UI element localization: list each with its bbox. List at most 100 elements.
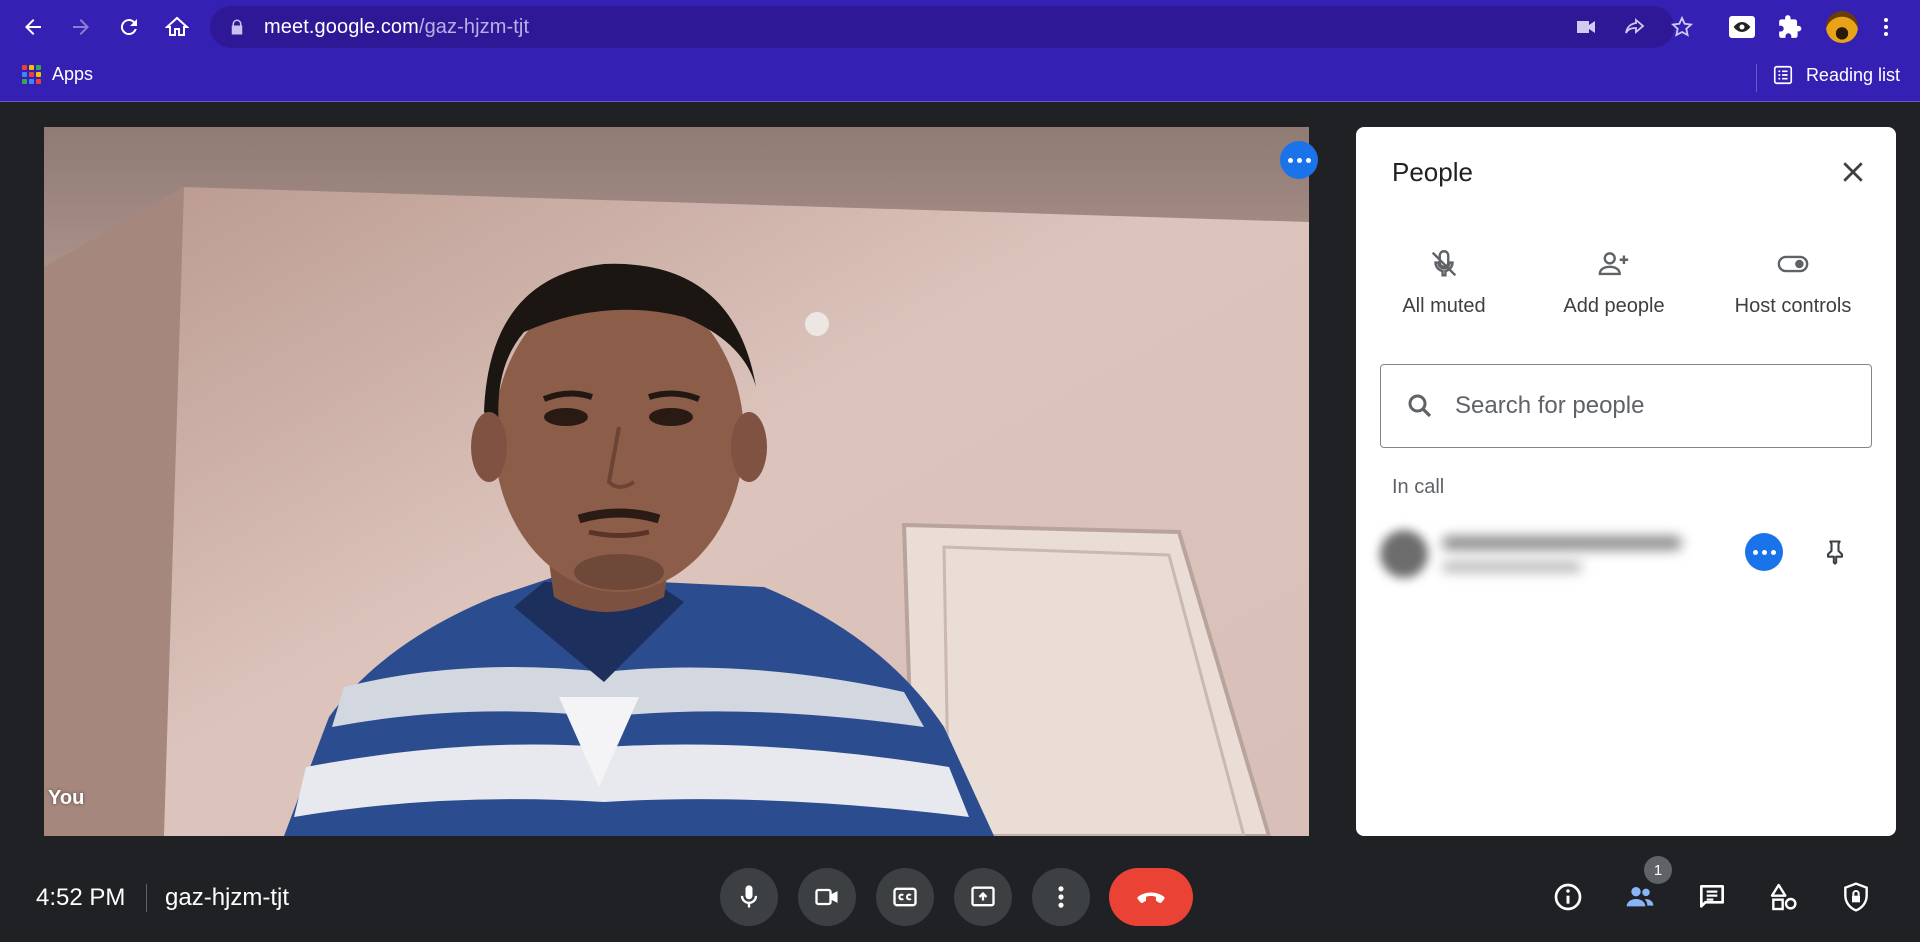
close-icon[interactable] (1838, 157, 1868, 187)
info-icon (1554, 883, 1582, 911)
participant-options-button[interactable] (1745, 533, 1783, 571)
people-panel: People All muted Add people Host control… (1356, 127, 1896, 836)
camera-button[interactable] (798, 868, 856, 926)
host-controls-button[interactable]: Host controls (1725, 247, 1861, 318)
dot (1296, 157, 1302, 163)
self-name-label: You (48, 787, 85, 809)
more-options-button[interactable] (1032, 868, 1090, 926)
participant-subtitle-redacted (1442, 562, 1582, 572)
dot (1287, 157, 1293, 163)
in-call-heading: In call (1392, 476, 1445, 498)
host-controls-shield-button[interactable] (1834, 875, 1878, 919)
panel-title: People (1392, 157, 1473, 187)
participant-avatar (1380, 530, 1428, 578)
self-video-tile (44, 127, 1309, 836)
puzzle-icon (1779, 15, 1802, 38)
dot (1305, 157, 1311, 163)
pin-participant-button[interactable] (1816, 533, 1854, 571)
participant-name-redacted (1442, 536, 1682, 550)
vertical-dots-icon (1884, 18, 1888, 36)
arrow-left-icon (25, 19, 41, 35)
arrow-right-icon (73, 19, 89, 35)
back-button[interactable] (16, 10, 50, 44)
reading-list-icon (1773, 65, 1793, 85)
host-controls-label: Host controls (1734, 295, 1852, 317)
people-search-input[interactable] (1455, 392, 1835, 420)
shield-lock-icon (1844, 882, 1868, 912)
people-search-box[interactable] (1380, 364, 1872, 448)
reading-list-label: Reading list (1805, 64, 1900, 85)
reload-icon (120, 19, 137, 36)
person-add-icon (1598, 252, 1629, 276)
share-icon[interactable] (1622, 15, 1646, 39)
eye-icon (1733, 22, 1751, 32)
all-muted-button[interactable]: All muted (1392, 247, 1496, 318)
leave-call-button[interactable] (1109, 868, 1193, 926)
vertical-dots-icon (1058, 886, 1064, 908)
apps-grid-dot (36, 71, 41, 77)
apps-grid-icon (22, 64, 42, 85)
camera-icon[interactable] (1574, 15, 1598, 39)
mic-icon (740, 885, 758, 908)
apps-grid-dot (22, 79, 27, 85)
apps-grid-dot (22, 64, 27, 70)
browser-menu-button[interactable] (1872, 13, 1900, 41)
people-count-badge: 1 (1644, 856, 1672, 884)
browser-toolbar: meet.google.com/gaz-hjzm-tjt (0, 0, 1920, 54)
hang-up-icon (1137, 892, 1165, 903)
pin-icon (1826, 540, 1844, 565)
apps-grid-dot (36, 64, 41, 70)
people-actions: All muted Add people Host controls (1356, 247, 1896, 347)
apps-grid-dot (29, 71, 34, 77)
activities-button[interactable] (1762, 875, 1806, 919)
apps-grid-dot (22, 71, 27, 77)
home-icon (165, 16, 189, 36)
present-icon (971, 886, 995, 907)
apps-grid-dot (36, 79, 41, 85)
url-path: /gaz-hjzm-tjt (418, 15, 530, 38)
meeting-details-button[interactable] (1546, 875, 1590, 919)
forward-button[interactable] (64, 10, 98, 44)
video-options-button[interactable] (1280, 141, 1318, 179)
address-bar[interactable]: meet.google.com/gaz-hjzm-tjt (210, 6, 1694, 48)
profile-avatar[interactable] (1826, 11, 1858, 43)
dot (1761, 549, 1767, 555)
closed-captions-icon (893, 887, 917, 907)
extensions-button[interactable] (1776, 13, 1804, 41)
apps-grid-dot (29, 64, 34, 70)
participant-row[interactable] (1372, 512, 1882, 592)
video-camera-icon (815, 888, 838, 906)
meeting-code: gaz-hjzm-tjt (165, 884, 290, 911)
home-button[interactable] (160, 10, 194, 44)
apps-label: Apps (52, 64, 94, 84)
current-time: 4:52 PM (36, 884, 126, 911)
browser-chrome: meet.google.com/gaz-hjzm-tjt Apps Readin… (0, 0, 1920, 102)
divider (146, 884, 147, 912)
apps-bookmark[interactable]: Apps (22, 64, 93, 85)
apps-grid-dot (29, 79, 34, 85)
eye-extension-icon[interactable] (1729, 16, 1755, 38)
all-muted-label: All muted (1402, 295, 1486, 317)
bookmarks-divider (1756, 64, 1757, 92)
meeting-controls-bar: 4:52 PM gaz-hjzm-tjt (0, 860, 1920, 942)
chat-icon (1700, 885, 1724, 908)
reload-button[interactable] (112, 10, 146, 44)
chat-button[interactable] (1690, 875, 1734, 919)
dot (1752, 549, 1758, 555)
microphone-button[interactable] (720, 868, 778, 926)
bookmarks-bar: Apps Reading list (0, 54, 1920, 102)
people-icon (1626, 887, 1654, 907)
camera-feed-image (44, 127, 1309, 836)
reading-list-button[interactable]: Reading list (1772, 64, 1900, 86)
present-screen-button[interactable] (954, 868, 1012, 926)
lock-icon (231, 19, 243, 35)
add-people-label: Add people (1563, 295, 1665, 317)
search-icon (1408, 394, 1432, 418)
shapes-icon (1770, 883, 1797, 911)
dot (1770, 549, 1776, 555)
add-people-button[interactable]: Add people (1549, 247, 1679, 318)
star-icon[interactable] (1670, 15, 1694, 39)
url-host: meet.google.com (264, 15, 419, 38)
url-text: meet.google.com/gaz-hjzm-tjt (264, 16, 529, 39)
captions-button[interactable] (876, 868, 934, 926)
